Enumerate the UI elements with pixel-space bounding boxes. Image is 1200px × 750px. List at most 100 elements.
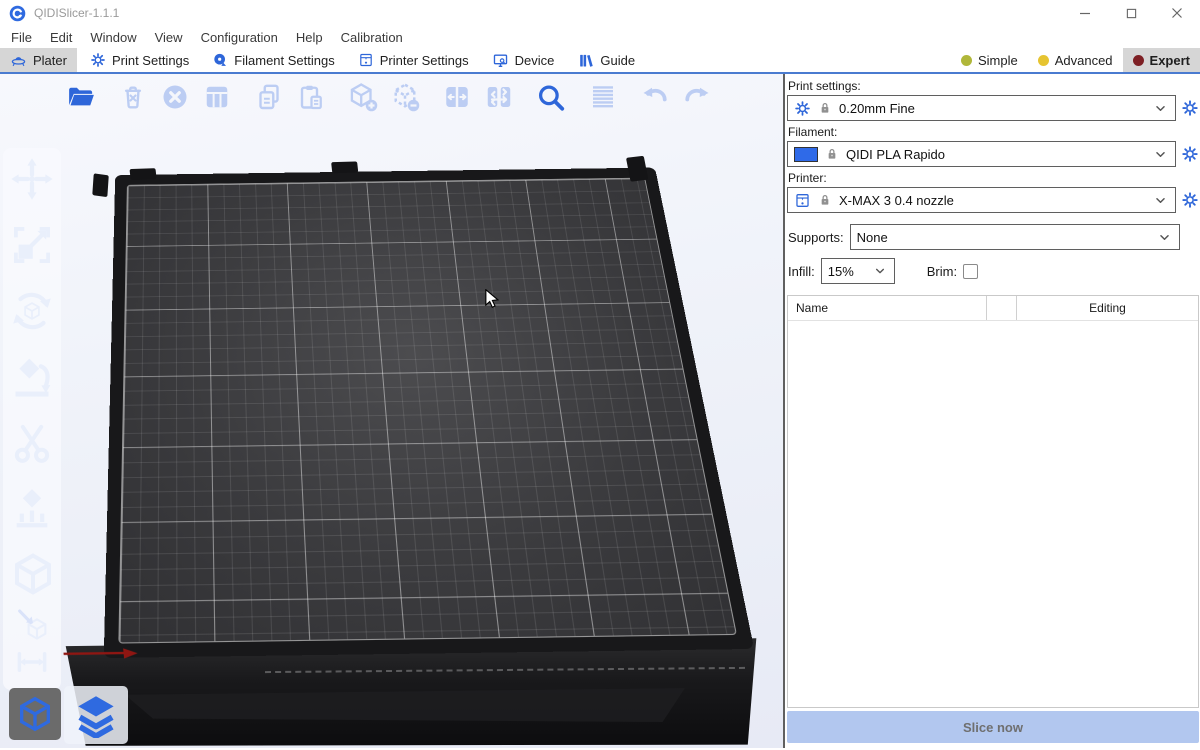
column-editing: Editing <box>1016 296 1198 320</box>
split-parts-icon <box>484 82 514 112</box>
remove-instance-button[interactable] <box>390 82 420 112</box>
lock-icon <box>824 146 840 162</box>
plater-icon <box>10 52 27 69</box>
arrange-button[interactable] <box>202 82 232 112</box>
chevron-down-icon <box>1152 192 1169 209</box>
printer-gear-button[interactable] <box>1181 191 1199 209</box>
copy-button[interactable] <box>254 82 284 112</box>
chevron-down-icon <box>1152 100 1169 117</box>
minimize-icon <box>1079 7 1091 19</box>
expert-mode-dot-icon <box>1133 55 1144 66</box>
print-settings-label: Print settings: <box>788 79 1199 93</box>
advanced-mode-dot-icon <box>1038 55 1049 66</box>
undo-arrow-icon <box>640 81 670 113</box>
tab-printer-settings[interactable]: Printer Settings <box>348 48 479 72</box>
variable-layer-height-button[interactable] <box>588 82 618 112</box>
tab-print-settings[interactable]: Print Settings <box>80 48 199 72</box>
3d-view-cube-icon <box>15 694 55 734</box>
add-instance-button[interactable] <box>348 82 378 112</box>
tab-filament-settings-label: Filament Settings <box>234 53 334 68</box>
mode-simple[interactable]: Simple <box>951 48 1028 72</box>
mode-expert[interactable]: Expert <box>1123 48 1200 72</box>
printer-combo[interactable]: X-MAX 3 0.4 nozzle <box>787 187 1176 213</box>
mode-advanced[interactable]: Advanced <box>1028 48 1123 72</box>
print-settings-combo[interactable]: 0.20mm Fine <box>787 95 1176 121</box>
brim-checkbox[interactable] <box>963 264 978 279</box>
open-button[interactable] <box>66 82 96 112</box>
minimize-button[interactable] <box>1062 0 1108 26</box>
search-button[interactable] <box>536 82 566 112</box>
menu-calibration[interactable]: Calibration <box>332 28 412 47</box>
tab-device-label: Device <box>515 53 555 68</box>
split-to-parts-button[interactable] <box>484 82 514 112</box>
delete-all-button[interactable] <box>160 82 190 112</box>
3d-viewport[interactable] <box>0 74 783 748</box>
trash-icon <box>118 82 148 112</box>
split-to-objects-button[interactable] <box>442 82 472 112</box>
mode-expert-label: Expert <box>1150 53 1190 68</box>
printer-icon <box>794 192 811 209</box>
supports-value: None <box>857 230 1150 245</box>
preview-view-toggle[interactable] <box>64 686 128 744</box>
menu-bar: File Edit Window View Configuration Help… <box>0 26 1200 48</box>
gear-icon <box>794 100 811 117</box>
menu-help[interactable]: Help <box>287 28 332 47</box>
close-icon <box>1171 7 1183 19</box>
chevron-down-icon <box>872 263 888 279</box>
mouse-cursor <box>484 289 502 309</box>
plater-toolbar <box>66 82 712 112</box>
printer-label: Printer: <box>788 171 1199 185</box>
close-button[interactable] <box>1154 0 1200 26</box>
layer-height-lines-icon <box>588 82 618 112</box>
print-bed-frame <box>104 168 754 658</box>
print-bed-surface <box>119 178 735 642</box>
tab-plater[interactable]: Plater <box>0 48 77 72</box>
bed-clip <box>129 168 156 180</box>
tab-guide-label: Guide <box>600 53 635 68</box>
paste-button[interactable] <box>296 82 326 112</box>
tab-device[interactable]: Device <box>482 48 565 72</box>
maximize-button[interactable] <box>1108 0 1154 26</box>
3d-editor-view-toggle[interactable] <box>9 688 61 740</box>
redo-button[interactable] <box>682 82 712 112</box>
menu-edit[interactable]: Edit <box>41 28 81 47</box>
delete-all-icon <box>160 82 190 112</box>
menu-window[interactable]: Window <box>81 28 145 47</box>
infill-combo[interactable]: 15% <box>821 258 895 284</box>
tab-plater-label: Plater <box>33 53 67 68</box>
infill-value: 15% <box>828 264 866 279</box>
filament-gear-button[interactable] <box>1181 145 1199 163</box>
device-monitor-icon <box>492 52 509 69</box>
filament-spool-icon <box>212 52 228 68</box>
maximize-icon <box>1126 8 1137 19</box>
printer-value: X-MAX 3 0.4 nozzle <box>839 193 1146 208</box>
filament-combo[interactable]: QIDI PLA Rapido <box>787 141 1176 167</box>
undo-button[interactable] <box>640 82 670 112</box>
brim-label: Brim: <box>927 264 957 279</box>
object-list-table: Name Editing <box>787 295 1199 708</box>
open-folder-icon <box>66 82 96 112</box>
window-title: QIDISlicer-1.1.1 <box>34 6 119 20</box>
build-plate[interactable] <box>0 74 783 748</box>
simple-mode-dot-icon <box>961 55 972 66</box>
menu-view[interactable]: View <box>146 28 192 47</box>
delete-button[interactable] <box>118 82 148 112</box>
gear-icon <box>90 52 106 68</box>
slice-now-button[interactable]: Slice now <box>787 711 1199 743</box>
title-bar: QIDISlicer-1.1.1 <box>0 0 1200 26</box>
menu-configuration[interactable]: Configuration <box>192 28 287 47</box>
arrange-icon <box>202 82 232 112</box>
x-axis-arrow <box>61 646 140 661</box>
tab-bar: Plater Print Settings Filament Settings … <box>0 48 1200 74</box>
menu-file[interactable]: File <box>2 28 41 47</box>
tab-filament-settings[interactable]: Filament Settings <box>202 48 344 72</box>
lock-icon <box>817 100 833 116</box>
object-list-body[interactable] <box>788 321 1198 707</box>
supports-combo[interactable]: None <box>850 224 1180 250</box>
bed-corner-clip <box>626 156 648 182</box>
chevron-down-icon <box>1156 229 1173 246</box>
tab-guide[interactable]: Guide <box>567 48 645 72</box>
add-instance-cube-icon <box>348 81 378 113</box>
mode-selector: Simple Advanced Expert <box>951 48 1200 72</box>
print-settings-gear-button[interactable] <box>1181 99 1199 117</box>
